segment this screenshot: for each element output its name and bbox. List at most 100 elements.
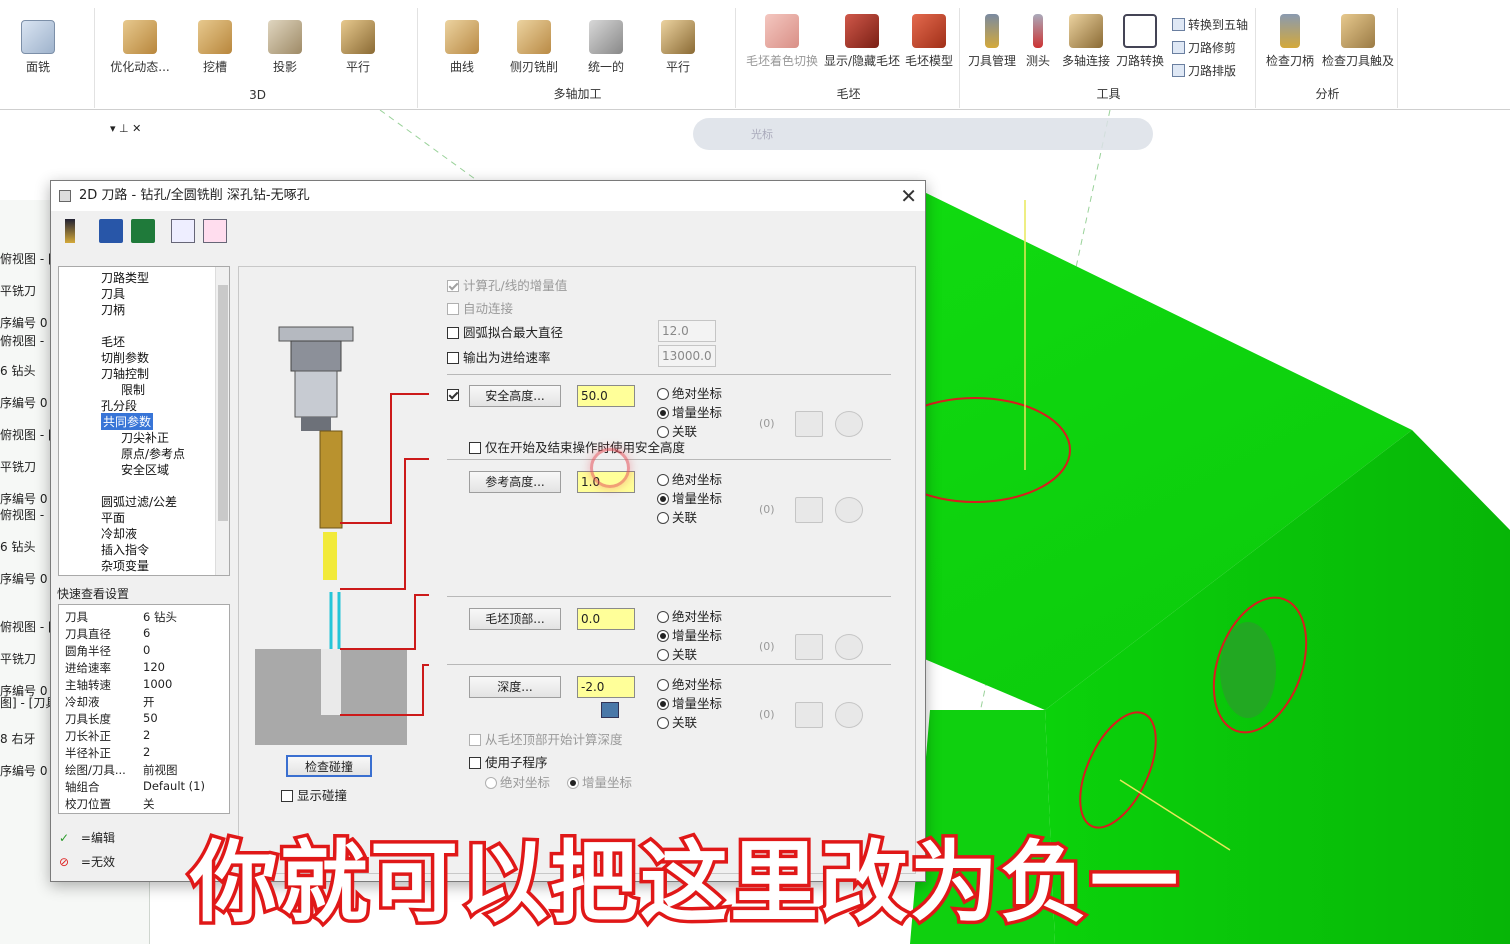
- toolpath-list-item[interactable]: 6 钻头: [0, 538, 35, 555]
- calc-increment-checkbox[interactable]: 计算孔/线的增量值: [447, 275, 567, 294]
- retract-inc-radio[interactable]: 增量坐标: [657, 488, 722, 507]
- tree-item[interactable]: 孔分段: [101, 397, 137, 414]
- disable-icon[interactable]: [835, 411, 863, 437]
- toolpath-list-item[interactable]: 俯视图 - [: [0, 250, 53, 267]
- stock-top-inc-radio[interactable]: 增量坐标: [657, 625, 722, 644]
- stock-top-assoc-radio[interactable]: 关联: [657, 644, 697, 663]
- tool-icon[interactable]: [65, 219, 75, 243]
- toolpath-list-item[interactable]: 序编号 0: [0, 762, 47, 779]
- to-5axis-button[interactable]: 转换到五轴: [1172, 16, 1248, 33]
- depth-assoc-radio[interactable]: 关联: [657, 712, 697, 731]
- tree-item[interactable]: 平面: [101, 509, 125, 526]
- flank-button[interactable]: 侧刃铣削: [502, 20, 566, 75]
- parallel-3d-button[interactable]: 平行: [326, 20, 390, 75]
- toolpath-list-item[interactable]: 序编号 0: [0, 570, 47, 587]
- tree-scrollbar[interactable]: [215, 267, 229, 575]
- toolpath-list-item[interactable]: 序编号 0: [0, 490, 47, 507]
- checkbox-box[interactable]: [281, 790, 293, 802]
- arc-fit-checkbox[interactable]: 圆弧拟合最大直径: [447, 322, 563, 341]
- toolpath-list-item[interactable]: 8 右牙: [0, 730, 35, 747]
- toolpath-list-item[interactable]: 平铣刀: [0, 282, 36, 299]
- tree-item[interactable]: 插入指令: [101, 541, 149, 558]
- preview-icon[interactable]: [171, 219, 195, 243]
- probe-button[interactable]: 测头: [1018, 14, 1058, 69]
- toolpath-list-item[interactable]: 序编号 0: [0, 314, 47, 331]
- arc-fit-input[interactable]: 12.0: [658, 320, 716, 342]
- depth-button[interactable]: 深度...: [469, 676, 561, 698]
- pin-icon[interactable]: ▾ ⊥ ✕: [110, 122, 141, 135]
- check-reach-button[interactable]: 检查刀具触及: [1320, 14, 1396, 69]
- check-holder-button[interactable]: 检查刀柄: [1260, 14, 1320, 69]
- toolpath-trim-button[interactable]: 刀路修剪: [1172, 39, 1236, 56]
- toolpath-list-item[interactable]: 平铣刀: [0, 650, 36, 667]
- clearance-abs-radio[interactable]: 绝对坐标: [657, 383, 722, 402]
- disable-icon[interactable]: [835, 634, 863, 660]
- output-feed-input[interactable]: 13000.0: [658, 345, 716, 367]
- retract-abs-radio[interactable]: 绝对坐标: [657, 469, 722, 488]
- unified-button[interactable]: 统一的: [574, 20, 638, 75]
- from-stock-top-checkbox[interactable]: 从毛坯顶部开始计算深度: [469, 729, 623, 748]
- tree-item[interactable]: 切削参数: [101, 349, 149, 366]
- tree-item[interactable]: 刀柄: [101, 301, 125, 318]
- tree-item[interactable]: 限制: [121, 381, 145, 398]
- toolpath-list-item[interactable]: 6 钻头: [0, 362, 35, 379]
- stock-top-abs-radio[interactable]: 绝对坐标: [657, 606, 722, 625]
- toolpath-list-item[interactable]: 俯视图 - [: [0, 618, 53, 635]
- calculator-icon[interactable]: [601, 702, 619, 718]
- stock-shade-button[interactable]: 毛坯着色切换: [742, 14, 822, 69]
- check-collision-button[interactable]: 检查碰撞: [286, 755, 372, 777]
- subprogram-abs-radio[interactable]: 绝对坐标: [485, 772, 550, 791]
- depth-input[interactable]: -2.0: [577, 676, 635, 698]
- scroll-thumb[interactable]: [218, 285, 228, 521]
- toolpath-list-item[interactable]: 图] - [刀具: [0, 694, 57, 711]
- clearance-button[interactable]: 安全高度...: [469, 385, 561, 407]
- tree-item[interactable]: 刀具: [101, 285, 125, 302]
- face-button[interactable]: 面铣: [6, 20, 70, 75]
- depth-abs-radio[interactable]: 绝对坐标: [657, 674, 722, 693]
- toolpath-transform-button[interactable]: 刀路转换: [1112, 14, 1168, 69]
- toolpath-list-item[interactable]: 序编号 0: [0, 394, 47, 411]
- show-collision-checkbox[interactable]: 显示碰撞: [281, 785, 347, 804]
- tree-item[interactable]: 冷却液: [101, 525, 137, 542]
- tree-item[interactable]: 原点/参考点: [121, 445, 185, 462]
- clearance-enable-checkbox[interactable]: [447, 387, 463, 402]
- save-as-icon[interactable]: [131, 219, 155, 243]
- stock-model-button[interactable]: 毛坯模型: [898, 14, 960, 69]
- tree-item[interactable]: 毛坯: [101, 333, 125, 350]
- toolpath-list-item[interactable]: 俯视图 - [: [0, 426, 53, 443]
- tree-item[interactable]: 杂项变量: [101, 557, 149, 574]
- optimize-dynamic-button[interactable]: 优化动态...: [108, 20, 172, 75]
- multiaxis-link-button[interactable]: 多轴连接: [1058, 14, 1114, 69]
- tree-item[interactable]: 刀路类型: [101, 269, 149, 286]
- tree-item[interactable]: 刀尖补正: [121, 429, 169, 446]
- select-point-icon[interactable]: [795, 497, 823, 523]
- retract-assoc-radio[interactable]: 关联: [657, 507, 697, 526]
- toolpath-list-item[interactable]: 俯视图 -: [0, 332, 44, 349]
- output-feed-checkbox[interactable]: 输出为进给速率: [447, 347, 551, 366]
- parallel-multiaxis-button[interactable]: 平行: [646, 20, 710, 75]
- disable-icon[interactable]: [835, 497, 863, 523]
- project-button[interactable]: 投影: [253, 20, 317, 75]
- tree-item[interactable]: 刀轴控制: [101, 365, 149, 382]
- select-point-icon[interactable]: [795, 702, 823, 728]
- toolpath-list-item[interactable]: 俯视图 -: [0, 506, 44, 523]
- close-icon[interactable]: ✕: [900, 184, 917, 208]
- stock-top-button[interactable]: 毛坯顶部...: [469, 608, 561, 630]
- select-point-icon[interactable]: [795, 411, 823, 437]
- select-point-icon[interactable]: [795, 634, 823, 660]
- clearance-inc-radio[interactable]: 增量坐标: [657, 402, 722, 421]
- curve-button[interactable]: 曲线: [430, 20, 494, 75]
- tool-manager-button[interactable]: 刀具管理: [962, 14, 1022, 69]
- toolpath-nest-button[interactable]: 刀路排版: [1172, 62, 1236, 79]
- depth-inc-radio[interactable]: 增量坐标: [657, 693, 722, 712]
- clearance-input[interactable]: 50.0: [577, 385, 635, 407]
- save-icon[interactable]: [99, 219, 123, 243]
- tree-item[interactable]: 共同参数: [101, 413, 154, 430]
- clearance-start-end-checkbox[interactable]: 仅在开始及结束操作时使用安全高度: [469, 437, 685, 456]
- delete-icon[interactable]: [203, 219, 227, 243]
- use-subprogram-checkbox[interactable]: 使用子程序: [469, 752, 548, 771]
- auto-link-checkbox[interactable]: 自动连接: [447, 298, 513, 317]
- subprogram-inc-radio[interactable]: 增量坐标: [567, 772, 632, 791]
- pocket-button[interactable]: 挖槽: [183, 20, 247, 75]
- toolpath-list-item[interactable]: 平铣刀: [0, 458, 36, 475]
